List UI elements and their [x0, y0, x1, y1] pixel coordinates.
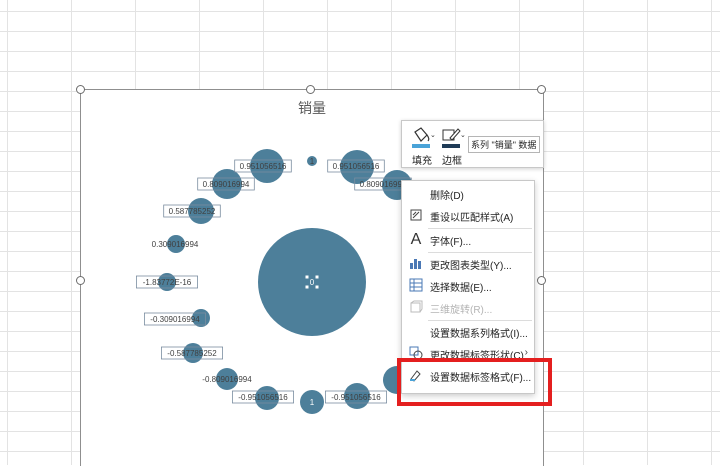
- red-highlight-box: [397, 358, 552, 406]
- resize-handle[interactable]: [76, 85, 85, 94]
- resize-handle[interactable]: [537, 276, 546, 285]
- menu-item-delete[interactable]: 删除(D): [402, 183, 534, 205]
- menu-item-font[interactable]: A 字体(F)...: [402, 229, 534, 251]
- paint-bucket-icon: ⌄: [412, 127, 436, 148]
- series-selector-value: 系列 "销量" 数据: [471, 140, 537, 150]
- menu-item-format-series[interactable]: 设置数据系列格式(I)...: [402, 321, 534, 343]
- 3d-rotation-icon: [408, 300, 424, 316]
- data-label[interactable]: -0.951056516: [238, 393, 288, 402]
- menu-item-reset-style[interactable]: 重设以匹配样式(A): [402, 205, 534, 227]
- delete-icon: [408, 186, 424, 202]
- font-icon: A: [410, 231, 422, 248]
- menu-item-change-chart-type[interactable]: 更改图表类型(Y)...: [402, 253, 534, 275]
- data-label[interactable]: 0.951056516: [240, 162, 287, 171]
- chart-type-icon: [408, 256, 424, 272]
- menu-item-select-data[interactable]: 选择数据(E)...: [402, 275, 534, 297]
- select-data-icon: [408, 278, 424, 294]
- resize-handle[interactable]: [76, 276, 85, 285]
- data-label[interactable]: -0.951056516: [331, 393, 381, 402]
- label-selection-dot: [305, 275, 309, 279]
- series-selector-dropdown[interactable]: 系列 "销量" 数据: [468, 136, 540, 153]
- data-label[interactable]: 0: [310, 278, 315, 287]
- label-selection-dot: [315, 275, 319, 279]
- svg-text:⌄: ⌄: [430, 132, 436, 139]
- border-label: 边框: [442, 156, 462, 167]
- svg-text:⌄: ⌄: [460, 132, 466, 139]
- fill-button[interactable]: ⌄ 填充: [406, 125, 438, 167]
- data-label[interactable]: 0.587785252: [169, 207, 216, 216]
- resize-handle[interactable]: [306, 85, 315, 94]
- menu-item-label: 设置数据系列格式(I)...: [430, 329, 528, 340]
- data-label[interactable]: 0.951056516: [333, 162, 380, 171]
- fill-label: 填充: [412, 156, 432, 167]
- menu-item-3d-rotation[interactable]: 三维旋转(R)...: [402, 297, 534, 319]
- data-label[interactable]: -0.809016994: [202, 375, 252, 384]
- data-label[interactable]: -1.83772E-16: [143, 278, 192, 287]
- label-selection-dot: [315, 285, 319, 289]
- reset-style-icon: [408, 208, 424, 224]
- menu-item-label: 字体(F)...: [430, 237, 472, 248]
- menu-item-label: 删除(D): [430, 191, 464, 202]
- menu-item-label: 重设以匹配样式(A): [430, 213, 514, 224]
- submenu-arrow-icon: ›: [524, 347, 528, 358]
- data-label[interactable]: 0.309016994: [152, 240, 199, 249]
- data-label[interactable]: 0.809016994: [203, 180, 250, 189]
- border-pen-icon: ⌄: [442, 128, 466, 148]
- data-label[interactable]: 0.809016994: [360, 180, 407, 189]
- label-selection-dot: [305, 285, 309, 289]
- data-label[interactable]: 1: [310, 398, 315, 407]
- menu-item-label: 三维旋转(R)...: [430, 305, 493, 316]
- menu-item-label: 更改图表类型(Y)...: [430, 261, 512, 272]
- data-label[interactable]: 1: [310, 157, 315, 166]
- data-label[interactable]: -0.309016994: [150, 315, 200, 324]
- border-button[interactable]: ⌄ 边框: [436, 125, 468, 167]
- resize-handle[interactable]: [537, 85, 546, 94]
- format-toolbar: ⌄ 填充 ⌄ 边框 系列 "销量" 数据: [401, 120, 544, 168]
- menu-item-label: 选择数据(E)...: [430, 283, 492, 294]
- data-label[interactable]: -0.587785252: [167, 349, 217, 358]
